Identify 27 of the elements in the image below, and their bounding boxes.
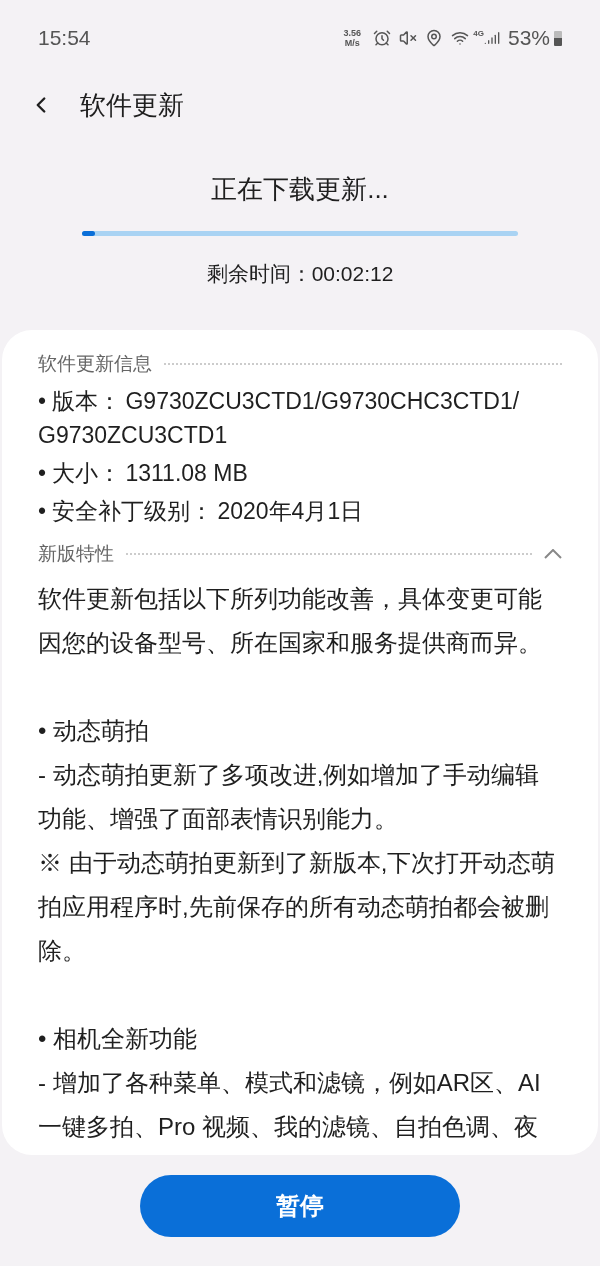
location-icon [425, 29, 444, 47]
chevron-up-icon [544, 549, 562, 560]
info-item: • 版本： G9730ZCU3CTD1/G9730CHC3CTD1/ G9730ZCU3CTD1 [38, 387, 521, 450]
remaining-time: 剩余时间：00:02:12 [206, 261, 394, 287]
feature-text: ※ 由于动态萌拍更新到了新版本,下次打开动态萌拍应用程序时,先前保存的所有动态萌拍都会被删除。 [38, 847, 557, 966]
info-item: • 安全补丁级别： 2020年4月1日 [38, 497, 365, 526]
battery-icon [554, 30, 562, 46]
wifi-icon [451, 29, 470, 47]
info-item: • 大小： 1311.08 MB [38, 459, 249, 488]
section-title: 软件更新信息 [38, 351, 152, 376]
download-status: 正在下载更新... [211, 173, 389, 206]
page-title: 软件更新 [80, 88, 184, 122]
battery-level: 53% [507, 25, 550, 52]
alarm-icon [373, 29, 392, 47]
feature-heading: • 相机全新功能 [38, 1023, 199, 1054]
network-speed: 3.56 M/s [342, 28, 363, 48]
feature-text: - 动态萌拍更新了多项改进,例如增加了手动编辑功能、增强了面部表情识别能力。 [38, 759, 541, 834]
signal-icon [483, 30, 500, 46]
feature-heading: • 动态萌拍 [38, 715, 151, 746]
mute-icon [399, 29, 418, 47]
network-type: 4G [473, 28, 484, 40]
collapse-button[interactable] [544, 549, 562, 560]
feature-text: - 增加了各种菜单、模式和滤镜，例如AR区、AI一键多拍、Pro 视频、我的滤镜、自拍色调、夜 [38, 1067, 542, 1142]
status-time: 15:54 [38, 25, 91, 52]
section-title: 新版特性 [38, 542, 114, 566]
pause-button[interactable]: 暂停 [140, 1174, 460, 1237]
feature-text: 软件更新包括以下所列功能改善，具体变更可能因您的设备型号、所在国家和服务提供商而异。 [38, 583, 543, 658]
